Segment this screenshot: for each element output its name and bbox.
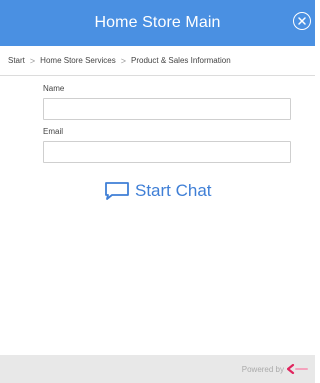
header-title: Home Store Main <box>94 14 221 31</box>
breadcrumb-item-start[interactable]: Start <box>8 56 25 65</box>
start-chat-label: Start Chat <box>135 181 212 200</box>
contact-form: Name Email <box>43 84 291 163</box>
breadcrumb: Start > Home Store Services > Product & … <box>0 46 315 76</box>
chat-bubble-icon <box>104 180 130 202</box>
email-label: Email <box>43 127 64 136</box>
name-label: Name <box>43 84 65 93</box>
name-field-group: Name <box>43 84 291 120</box>
email-input[interactable] <box>43 141 291 163</box>
start-chat-button[interactable]: Start Chat <box>104 180 212 202</box>
breadcrumb-item-home-store-services[interactable]: Home Store Services <box>40 56 116 65</box>
breadcrumb-separator: > <box>120 55 127 66</box>
breadcrumb-separator: > <box>29 55 36 66</box>
breadcrumb-item-product-sales[interactable]: Product & Sales Information <box>131 56 231 65</box>
email-field-group: Email <box>43 127 291 163</box>
brand-logo <box>287 364 309 374</box>
footer: Powered by <box>0 355 315 383</box>
close-button[interactable] <box>293 12 311 30</box>
powered-by-label: Powered by <box>241 364 284 374</box>
close-circle-icon <box>298 17 306 25</box>
chat-header: Home Store Main <box>0 0 315 46</box>
name-input[interactable] <box>43 98 291 120</box>
